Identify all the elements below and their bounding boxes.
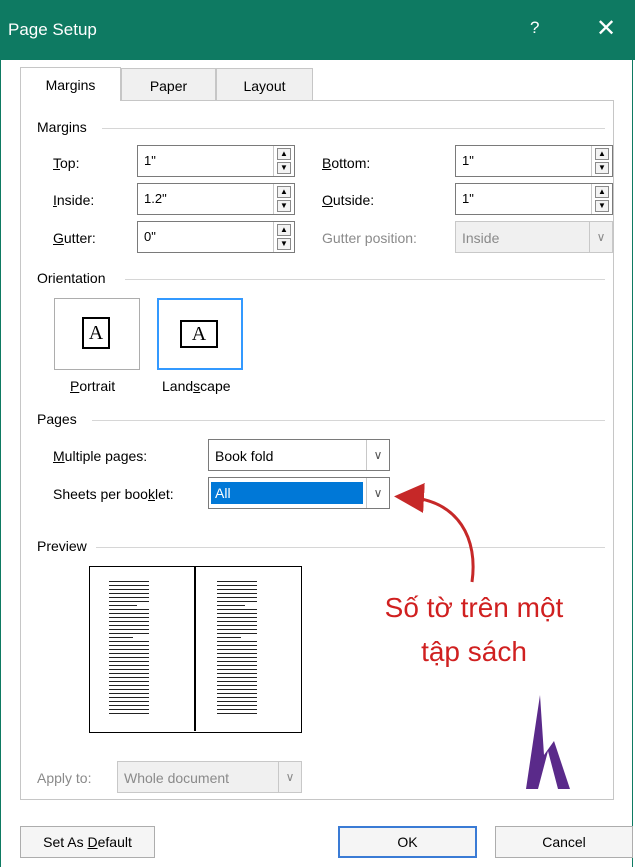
set-as-default-button[interactable]: Set As Default	[20, 826, 155, 858]
inside-margin-value[interactable]: 1.2"	[144, 191, 167, 206]
spin-up-icon[interactable]: ▲	[277, 148, 291, 160]
annotation-text-line1: Số tờ trên một	[384, 592, 564, 623]
spin-up-icon[interactable]: ▲	[595, 148, 609, 160]
chevron-down-icon[interactable]: ∨	[589, 222, 612, 252]
group-divider	[125, 279, 605, 280]
chevron-down-icon[interactable]: ∨	[278, 762, 301, 792]
group-divider	[96, 547, 605, 548]
bottom-label: Bottom:	[322, 155, 371, 171]
outside-label: Outside:	[322, 192, 375, 208]
landscape-button[interactable]: A	[157, 298, 243, 370]
preview-book	[89, 566, 302, 733]
help-button[interactable]: ?	[530, 18, 539, 38]
top-margin-spinner[interactable]: 1" ▲ ▼	[137, 145, 295, 177]
selection-highlight	[211, 482, 363, 504]
bottom-margin-value[interactable]: 1"	[462, 153, 474, 168]
spin-up-icon[interactable]: ▲	[595, 186, 609, 198]
pages-group-label: Pages	[37, 411, 77, 427]
close-icon[interactable]: ✕	[596, 14, 616, 43]
landscape-page-icon: A	[180, 320, 218, 348]
sheets-per-booklet-dropdown[interactable]: All ∨	[208, 477, 390, 509]
inside-label: Inside:	[53, 192, 95, 208]
multiple-pages-dropdown[interactable]: Book fold ∨	[208, 439, 390, 471]
spin-down-icon[interactable]: ▼	[277, 238, 291, 250]
annotation-arrow	[394, 483, 475, 583]
gutter-position-value: Inside	[462, 230, 500, 246]
portrait-label: Portrait	[70, 378, 116, 394]
bottom-margin-spinner[interactable]: 1" ▲ ▼	[455, 145, 613, 177]
orientation-group-label: Orientation	[37, 270, 106, 286]
tab-paper[interactable]: Paper	[121, 68, 216, 100]
preview-spine	[194, 567, 196, 731]
logo-icon	[526, 695, 570, 789]
apply-to-value: Whole document	[124, 770, 230, 786]
gutter-value[interactable]: 0"	[144, 229, 156, 244]
spin-down-icon[interactable]: ▼	[277, 162, 291, 174]
portrait-button[interactable]: A	[54, 298, 140, 370]
group-divider	[92, 420, 605, 421]
top-label: Top:	[53, 155, 80, 171]
apply-to-dropdown[interactable]: Whole document ∨	[117, 761, 302, 793]
outside-margin-spinner[interactable]: 1" ▲ ▼	[455, 183, 613, 215]
inside-margin-spinner[interactable]: 1.2" ▲ ▼	[137, 183, 295, 215]
sheets-per-booklet-value: All	[215, 485, 231, 501]
spin-down-icon[interactable]: ▼	[595, 200, 609, 212]
chevron-down-icon[interactable]: ∨	[366, 478, 389, 508]
portrait-page-icon: A	[82, 317, 110, 349]
spin-down-icon[interactable]: ▼	[595, 162, 609, 174]
preview-left-page-text	[109, 581, 149, 717]
apply-to-label: Apply to:	[37, 770, 92, 786]
chevron-down-icon[interactable]: ∨	[366, 440, 389, 470]
top-margin-value[interactable]: 1"	[144, 153, 156, 168]
title-bar: Page Setup ? ✕	[0, 0, 635, 60]
outside-margin-value[interactable]: 1"	[462, 191, 474, 206]
landscape-label: Landscape	[162, 378, 231, 394]
preview-group-label: Preview	[37, 538, 87, 554]
ok-button[interactable]: OK	[338, 826, 477, 858]
gutter-label: Gutter:	[53, 230, 96, 246]
preview-right-page-text	[217, 581, 257, 717]
spin-up-icon[interactable]: ▲	[277, 224, 291, 236]
annotation-text-line2: tập sách	[421, 636, 527, 667]
margins-group-label: Margins	[37, 119, 87, 135]
sheets-per-booklet-label: Sheets per booklet:	[53, 486, 174, 502]
cancel-button[interactable]: Cancel	[495, 826, 633, 858]
spin-down-icon[interactable]: ▼	[277, 200, 291, 212]
gutter-position-label: Gutter position:	[322, 230, 417, 246]
tab-margins[interactable]: Margins	[20, 67, 121, 101]
tab-layout[interactable]: Layout	[216, 68, 313, 100]
multiple-pages-label: Multiple pages:	[53, 448, 148, 464]
group-divider	[102, 128, 605, 129]
gutter-spinner[interactable]: 0" ▲ ▼	[137, 221, 295, 253]
spin-up-icon[interactable]: ▲	[277, 186, 291, 198]
window-title: Page Setup	[8, 20, 97, 39]
multiple-pages-value: Book fold	[215, 448, 274, 464]
gutter-position-dropdown[interactable]: Inside ∨	[455, 221, 613, 253]
